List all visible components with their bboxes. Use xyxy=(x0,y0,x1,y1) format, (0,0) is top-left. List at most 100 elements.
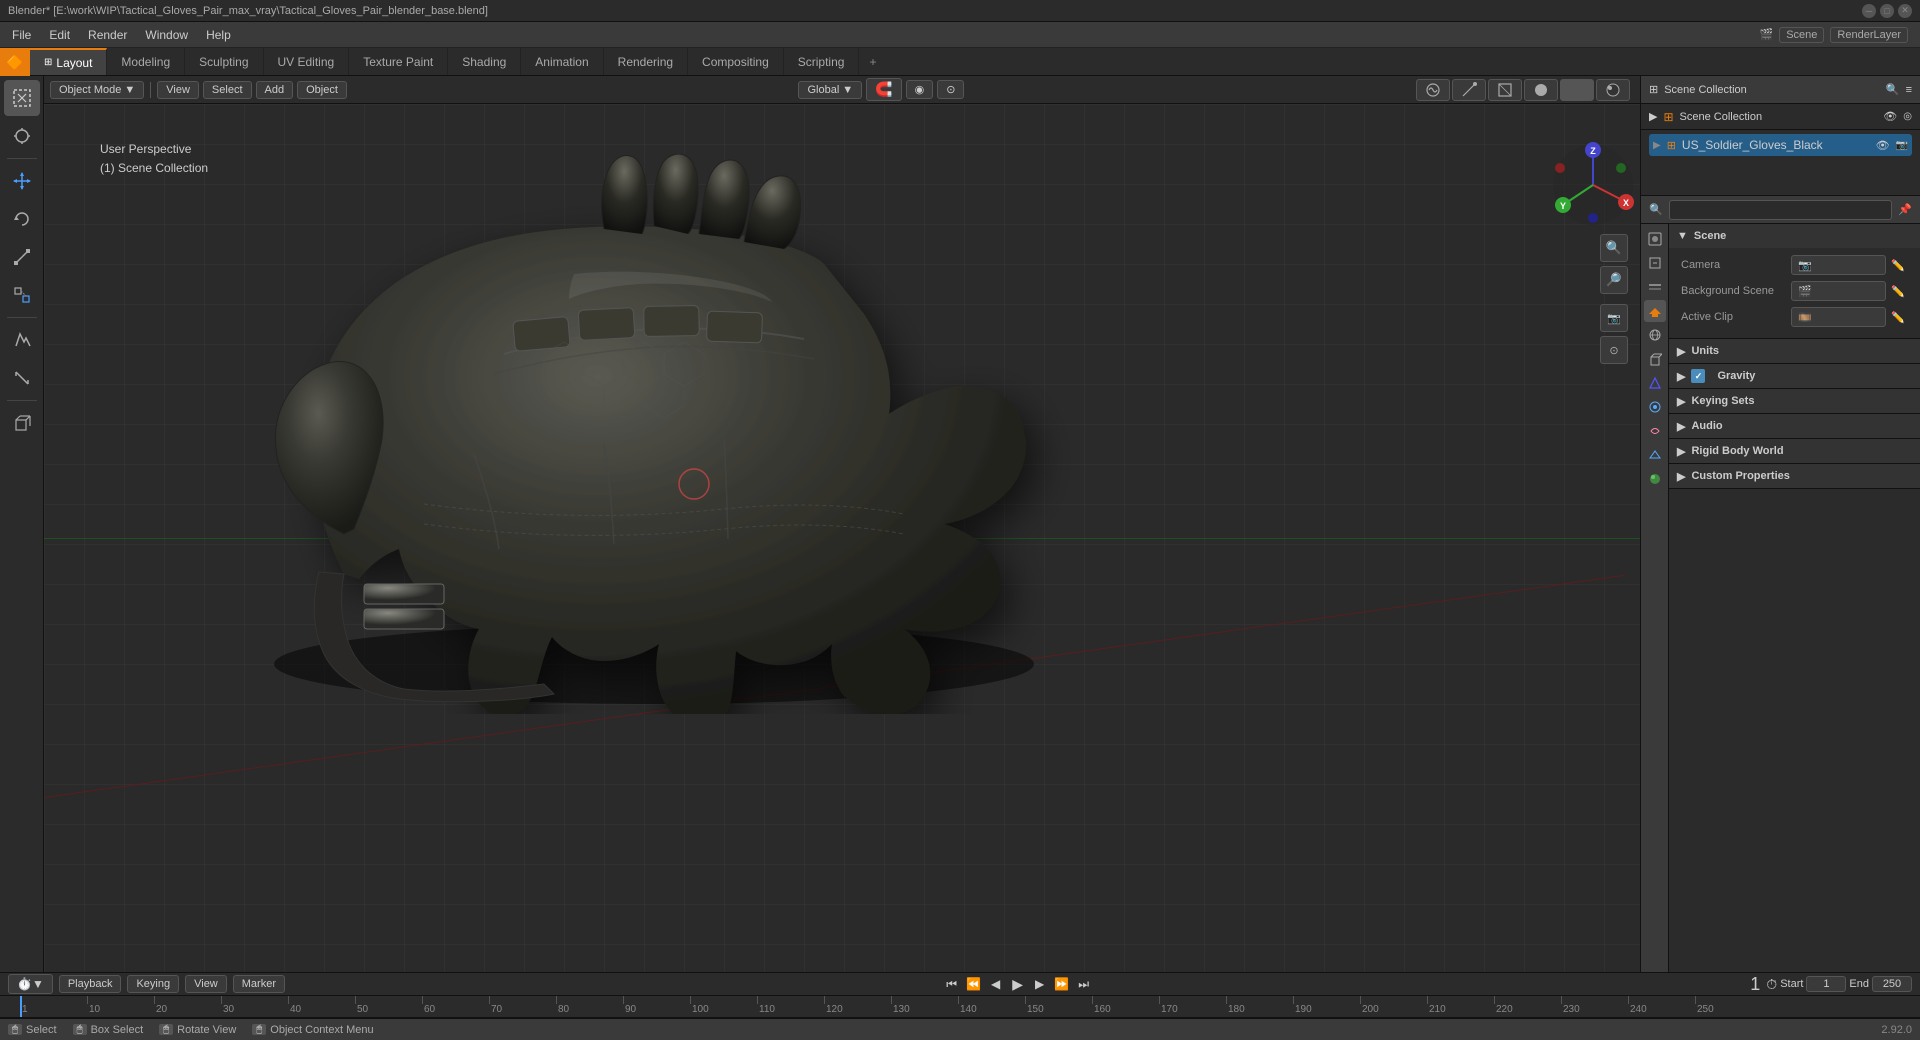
properties-pin-icon[interactable]: 📌 xyxy=(1898,203,1912,216)
prop-tab-object-data[interactable] xyxy=(1644,444,1666,466)
tab-scripting[interactable]: Scripting xyxy=(784,48,860,75)
prop-background-scene-value[interactable]: 🎬 xyxy=(1791,281,1886,301)
view-menu-timeline[interactable]: View xyxy=(185,975,227,993)
viewport-canvas[interactable]: User Perspective (1) Scene Collection xyxy=(44,104,1640,972)
playback-menu[interactable]: Playback xyxy=(59,975,122,993)
add-cube-button[interactable] xyxy=(4,405,40,441)
prop-tab-constraints[interactable] xyxy=(1644,420,1666,442)
close-button[interactable]: ✕ xyxy=(1898,4,1912,18)
timeline-ruler[interactable]: 1 10 20 30 40 50 60 70 80 90 100 110 120… xyxy=(0,996,1920,1018)
rendered-shading-btn[interactable] xyxy=(1596,79,1630,101)
prop-tab-material[interactable] xyxy=(1644,468,1666,490)
minimize-button[interactable]: ─ xyxy=(1862,4,1876,18)
section-gravity-header[interactable]: ▶ ✓ Gravity xyxy=(1669,364,1920,388)
tab-uv-editing[interactable]: UV Editing xyxy=(264,48,350,75)
prop-active-clip-value[interactable]: 🎞️ xyxy=(1791,307,1886,327)
timeline-editor-type-btn[interactable]: ⏱️▼ xyxy=(8,974,53,994)
transform-pivot-button[interactable]: ⊙ xyxy=(937,80,964,99)
move-tool-button[interactable] xyxy=(4,163,40,199)
viewport-shading-dropdown[interactable]: Global ▼ xyxy=(798,81,862,99)
section-units-header[interactable]: ▶ Units xyxy=(1669,339,1920,363)
render-layer-name[interactable]: RenderLayer xyxy=(1830,27,1908,43)
marker-menu[interactable]: Marker xyxy=(233,975,285,993)
prop-camera-value[interactable]: 📷 xyxy=(1791,255,1886,275)
workspace-tab-add[interactable]: + xyxy=(859,48,886,75)
collection-eye-icon[interactable]: 👁 xyxy=(1883,110,1897,123)
section-gravity-checkbox[interactable]: ✓ xyxy=(1691,369,1705,383)
material-preview-btn[interactable] xyxy=(1560,79,1594,101)
focus-button[interactable]: ⊙ xyxy=(1600,336,1628,364)
section-scene-header[interactable]: ▼ Scene xyxy=(1669,224,1920,248)
rotate-tool-button[interactable] xyxy=(4,201,40,237)
tab-sculpting[interactable]: Sculpting xyxy=(185,48,263,75)
camera-view-button[interactable]: 📷 xyxy=(1600,304,1628,332)
select-menu[interactable]: Select xyxy=(203,81,252,99)
select-tool-button[interactable] xyxy=(4,80,40,116)
step-forward-btn[interactable]: ▶ xyxy=(1030,974,1050,994)
snap-button[interactable]: 🧲 xyxy=(866,78,901,101)
viewport-overlay-btn[interactable] xyxy=(1416,79,1450,101)
view-menu[interactable]: View xyxy=(157,81,199,99)
section-rigid-body-header[interactable]: ▶ Rigid Body World xyxy=(1669,439,1920,463)
gizmo-btn[interactable] xyxy=(1452,79,1486,101)
collection-select-icon[interactable]: ◎ xyxy=(1903,111,1912,122)
menu-edit[interactable]: Edit xyxy=(41,26,78,44)
prop-tab-world[interactable] xyxy=(1644,324,1666,346)
maximize-button[interactable]: □ xyxy=(1880,4,1894,18)
measure-tool-button[interactable] xyxy=(4,360,40,396)
menu-help[interactable]: Help xyxy=(198,26,239,44)
prop-tab-modifier[interactable] xyxy=(1644,372,1666,394)
jump-to-start-btn[interactable]: ⏮ xyxy=(942,974,962,994)
solid-shading-btn[interactable] xyxy=(1524,79,1558,101)
menu-render[interactable]: Render xyxy=(80,26,135,44)
prop-clip-edit-icon[interactable]: ✏️ xyxy=(1888,307,1908,327)
viewport[interactable]: Object Mode ▼ View Select Add Object Glo… xyxy=(44,76,1640,972)
tab-modeling[interactable]: Modeling xyxy=(107,48,185,75)
item-visibility-icon[interactable]: 👁 xyxy=(1876,139,1890,152)
zoom-in-button[interactable]: 🔍 xyxy=(1600,234,1628,262)
tab-texture-paint[interactable]: Texture Paint xyxy=(349,48,448,75)
outliner-options-icon[interactable]: ≡ xyxy=(1906,84,1912,96)
jump-forward-btn[interactable]: ⏩ xyxy=(1052,974,1072,994)
prop-tab-object[interactable] xyxy=(1644,348,1666,370)
prop-tab-output[interactable] xyxy=(1644,252,1666,274)
play-btn[interactable]: ▶ xyxy=(1008,974,1028,994)
transform-tool-button[interactable] xyxy=(4,277,40,313)
properties-search-input[interactable] xyxy=(1669,200,1893,220)
proportional-edit-button[interactable]: ◉ xyxy=(906,80,934,99)
jump-back-btn[interactable]: ⏪ xyxy=(964,974,984,994)
outliner-filter-icon[interactable]: 🔍 xyxy=(1886,83,1900,96)
jump-to-end-btn[interactable]: ⏭ xyxy=(1074,974,1094,994)
menu-window[interactable]: Window xyxy=(137,26,196,44)
end-frame-input[interactable]: 250 xyxy=(1872,976,1912,992)
object-mode-dropdown[interactable]: Object Mode ▼ xyxy=(50,81,144,99)
section-custom-props-header[interactable]: ▶ Custom Properties xyxy=(1669,464,1920,488)
section-audio-header[interactable]: ▶ Audio xyxy=(1669,414,1920,438)
zoom-out-button[interactable]: 🔎 xyxy=(1600,266,1628,294)
prop-bg-scene-edit-icon[interactable]: ✏️ xyxy=(1888,281,1908,301)
cursor-tool-button[interactable] xyxy=(4,118,40,154)
wireframe-btn[interactable] xyxy=(1488,79,1522,101)
prop-tab-view-layer[interactable] xyxy=(1644,276,1666,298)
add-menu[interactable]: Add xyxy=(256,81,294,99)
prop-tab-physics[interactable] xyxy=(1644,396,1666,418)
object-menu[interactable]: Object xyxy=(297,81,347,99)
annotate-tool-button[interactable] xyxy=(4,322,40,358)
section-keying-sets-header[interactable]: ▶ Keying Sets xyxy=(1669,389,1920,413)
tab-animation[interactable]: Animation xyxy=(521,48,603,75)
tab-shading[interactable]: Shading xyxy=(448,48,521,75)
tab-compositing[interactable]: Compositing xyxy=(688,48,784,75)
start-frame-input[interactable]: 1 xyxy=(1806,976,1846,992)
item-render-icon[interactable]: 📷 xyxy=(1896,140,1908,151)
keying-menu[interactable]: Keying xyxy=(127,975,179,993)
prop-camera-edit-icon[interactable]: ✏️ xyxy=(1888,255,1908,275)
step-back-btn[interactable]: ◀ xyxy=(986,974,1006,994)
collection-arrow[interactable]: ▶ xyxy=(1649,110,1657,123)
prop-tab-scene[interactable] xyxy=(1644,300,1666,322)
tab-layout[interactable]: ⊞ Layout xyxy=(30,48,107,75)
menu-file[interactable]: File xyxy=(4,26,39,44)
tab-rendering[interactable]: Rendering xyxy=(604,48,688,75)
outliner-item-gloves[interactable]: ▶ ⊞ US_Soldier_Gloves_Black 👁 📷 xyxy=(1649,134,1912,156)
navigation-gizmo[interactable]: Z X Y xyxy=(1548,140,1628,220)
prop-tab-render[interactable] xyxy=(1644,228,1666,250)
